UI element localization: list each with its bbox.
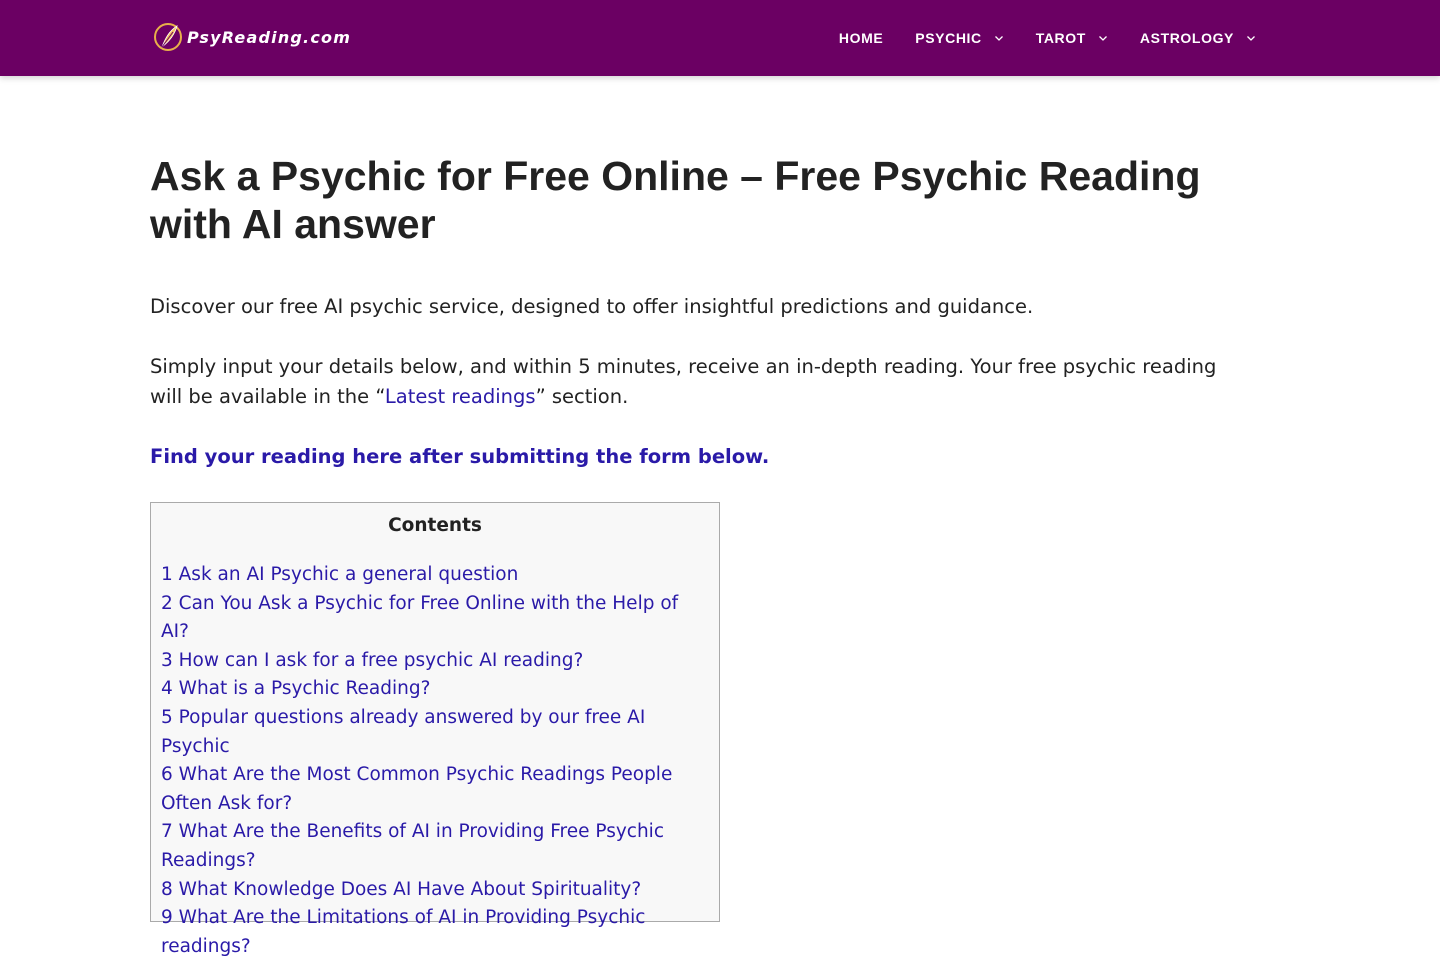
toc-item[interactable]: 3 How can I ask for a free psychic AI re… <box>161 647 711 676</box>
toc-title: Contents <box>388 515 482 536</box>
nav-item-tarot[interactable]: TAROT <box>1020 0 1124 76</box>
chevron-down-icon <box>1098 36 1107 41</box>
site-header: PsyReading.com HOME PSYCHIC TAROT ASTROL… <box>0 0 1440 76</box>
nav-item-label: PSYCHIC <box>915 30 982 46</box>
toc-item[interactable]: 1 Ask an AI Psychic a general question <box>161 561 711 590</box>
main-nav: HOME PSYCHIC TAROT ASTROLOGY <box>823 0 1272 76</box>
toc-item[interactable]: 7 What Are the Benefits of AI in Providi… <box>161 818 711 875</box>
find-reading-paragraph: Find your reading here after submitting … <box>150 442 1250 472</box>
toc-item[interactable]: 6 What Are the Most Common Psychic Readi… <box>161 761 711 818</box>
latest-readings-link[interactable]: Latest readings <box>385 385 536 408</box>
toc-list: 1 Ask an AI Psychic a general question 2… <box>161 561 711 961</box>
nav-item-label: ASTROLOGY <box>1139 30 1234 46</box>
chevron-down-icon <box>994 36 1003 41</box>
nav-item-psychic[interactable]: PSYCHIC <box>899 0 1019 76</box>
page-title: Ask a Psychic for Free Online – Free Psy… <box>150 153 1201 247</box>
site-logo[interactable]: PsyReading.com <box>153 20 351 54</box>
nav-item-label: HOME <box>838 30 884 46</box>
feather-icon <box>154 23 182 51</box>
nav-item-astrology[interactable]: ASTROLOGY <box>1124 0 1272 76</box>
instructions-paragraph: Simply input your details below, and wit… <box>150 352 1250 412</box>
intro-paragraph: Discover our free AI psychic service, de… <box>150 295 1034 318</box>
chevron-down-icon <box>1247 36 1255 41</box>
logo-text: PsyReading.com <box>187 27 352 47</box>
table-of-contents: Contents 1 Ask an AI Psychic a general q… <box>150 502 720 957</box>
nav-item-home[interactable]: HOME <box>823 0 899 76</box>
instructions-text: Simply input your details below, and wit… <box>150 355 1217 408</box>
toc-item[interactable]: 9 What Are the Limitations of AI in Prov… <box>161 904 711 961</box>
toc-item[interactable]: 2 Can You Ask a Psychic for Free Online … <box>161 590 711 647</box>
toc-item[interactable]: 4 What is a Psychic Reading? <box>161 675 711 704</box>
find-reading-link[interactable]: Find your reading here after submitting … <box>150 445 769 468</box>
instructions-text-end: ” section. <box>535 385 629 408</box>
toc-item[interactable]: 5 Popular questions already answered by … <box>161 704 711 761</box>
nav-item-label: TAROT <box>1035 30 1086 46</box>
